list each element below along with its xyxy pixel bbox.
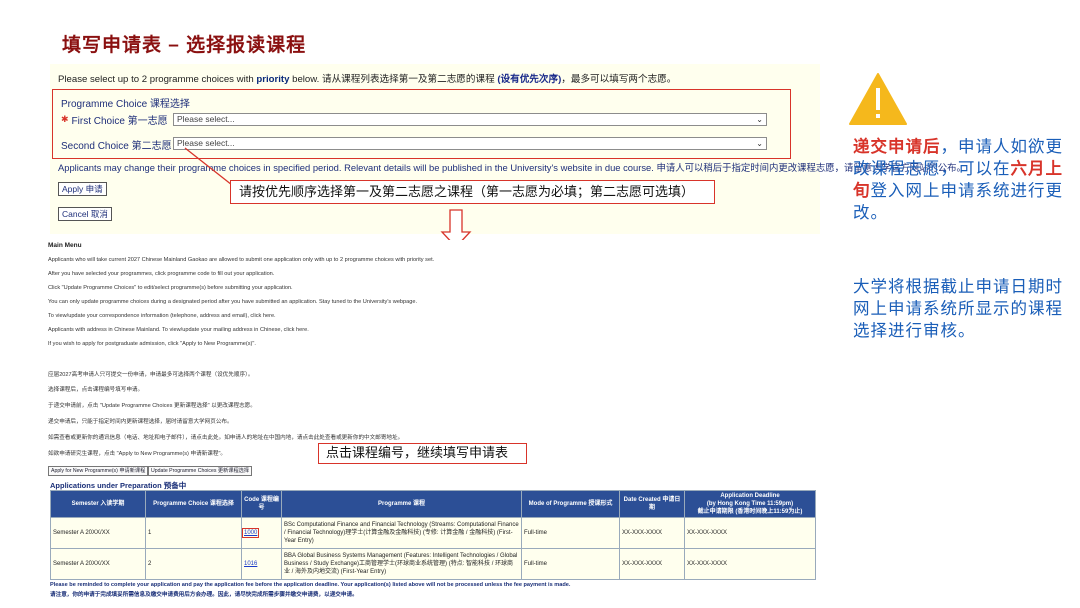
cell-code: 1000: [241, 517, 282, 549]
col-deadline: Application Deadline (by Hong Kong Time …: [684, 490, 816, 518]
apply-new-programme-button[interactable]: Apply for New Programme(s) 申请新课程: [48, 466, 149, 476]
cell-deadline: XX-XXX-XXXX: [684, 517, 816, 549]
table-row: Semester A 20XX/XX 1 1000 BSc Computatio…: [50, 517, 816, 549]
change-choice-note: Applicants may change their programme ch…: [58, 162, 966, 173]
menu-line: If you wish to apply for postgraduate ad…: [48, 341, 256, 347]
cell-choice: 1: [145, 517, 242, 549]
click-code-callout: 点击课程编号，继续填写申请表: [318, 443, 527, 464]
slide-title: 填写申请表 – 选择报读课程: [62, 35, 307, 56]
cell-semester: Semester A 20XX/XX: [50, 517, 146, 549]
review-basis-note: 大学将根据截止申请日期时网上申请系统所显示的课程选择进行审核。: [853, 278, 1063, 340]
choice-header: Programme Choice 课程选择: [61, 99, 190, 110]
menu-line-cn: 选择课程后，点击课程编号填写申请。: [48, 387, 144, 393]
cell-deadline: XX-XXX-XXXX: [684, 548, 816, 580]
col-programme: Programme 课程: [281, 490, 522, 518]
chevron-down-icon: ⌄: [756, 115, 763, 124]
menu-line-cn: 于递交申请前，点击 "Update Programme Choices 更新课程…: [48, 403, 256, 409]
menu-line-link[interactable]: Applicants with address in Chinese Mainl…: [48, 327, 309, 333]
col-created: Date Created 申请日期: [619, 490, 685, 518]
menu-line: Applicants who will take current 2027 Ch…: [48, 257, 435, 263]
menu-line: After you have selected your programmes,…: [48, 271, 275, 277]
priority-callout: 请按优先顺序选择第一及第二志愿之课程（第一志愿为必填；第二志愿可选填）: [230, 180, 715, 204]
col-mode: Mode of Programme 授课形式: [521, 490, 620, 518]
warning-icon: [849, 73, 907, 125]
change-deadline-note: 递交申请后，申请人如欲更改课程志愿，可以在六月上旬登入网上申请系统进行更改。: [853, 138, 1063, 222]
menu-line: Click "Update Programme Choices" to edit…: [48, 285, 293, 291]
menu-line-cn-link[interactable]: 如需查看或更新你的通讯信息（电话、地址和电子邮件），请点击此处。如申请人的地址在…: [48, 433, 403, 441]
first-choice-row: ✱ First Choice 第一志愿: [61, 111, 190, 127]
update-choices-button[interactable]: Update Programme Choices 更新课程选择: [148, 466, 253, 476]
apply-button[interactable]: Apply 申请: [58, 182, 107, 196]
choice-selection-group: Programme Choice 课程选择 ✱ First Choice 第一志…: [52, 89, 791, 159]
cell-semester: Semester A 20XX/XX: [50, 548, 146, 580]
cancel-button[interactable]: Cancel 取消: [58, 207, 112, 221]
main-menu-title: Main Menu: [48, 242, 82, 249]
menu-line-cn: 递交申请后，只能于指定时间内更新课程选择，届时请留意大学网页公布。: [48, 419, 233, 425]
first-choice-select[interactable]: Please select... ⌄: [173, 113, 767, 126]
main-menu-screen: Main Menu Applicants who will take curre…: [48, 240, 818, 600]
first-choice-label: First Choice 第一志愿: [71, 115, 168, 127]
programme-code-link[interactable]: 1000: [241, 528, 260, 538]
cell-mode: Full-time: [521, 517, 620, 549]
col-choice: Programme Choice 课程选择: [145, 490, 242, 518]
fee-reminder-en: Please be reminded to complete your appl…: [50, 582, 571, 588]
second-choice-row: Second Choice 第二志愿: [61, 136, 179, 152]
menu-line: You can only update programme choices du…: [48, 299, 418, 305]
col-code: Code 课程编号: [241, 490, 282, 518]
cell-choice: 2: [145, 548, 242, 580]
menu-line-cn: 应届2027高考申请人只可提交一份申请，申请最多可选择两个课程（设优先顺序）。: [48, 372, 254, 378]
programme-code-link[interactable]: 1016: [244, 561, 257, 567]
col-semester: Semester 入读学期: [50, 490, 146, 518]
cell-programme: BBA Global Business Systems Management (…: [281, 548, 522, 580]
fee-reminder-cn: 请注意，你的申请于完成填妥所需信息及缴交申请费用后方会办理。因此，请尽快完成所需…: [50, 592, 358, 598]
cell-created: XX-XXX-XXXX: [619, 517, 685, 549]
menu-line-link[interactable]: To view/update your correspondence infor…: [48, 313, 276, 319]
required-icon: ✱: [61, 113, 69, 124]
form-intro: Please select up to 2 programme choices …: [58, 74, 677, 85]
programme-choice-form: Please select up to 2 programme choices …: [50, 64, 966, 234]
cell-mode: Full-time: [521, 548, 620, 580]
menu-line-cn: 如欲申请研究生课程，点击 "Apply to New Programme(s) …: [48, 451, 227, 457]
second-choice-label: Second Choice 第二志愿: [61, 140, 172, 152]
table-row: Semester A 20XX/XX 2 1016 BBA Global Bus…: [50, 548, 816, 580]
cell-programme: BSc Computational Finance and Financial …: [281, 517, 522, 549]
applications-table: Semester 入读学期 Programme Choice 课程选择 Code…: [50, 490, 816, 580]
chevron-down-icon: ⌄: [756, 139, 763, 148]
cell-code: 1016: [241, 548, 282, 580]
cell-created: XX-XXX-XXXX: [619, 548, 685, 580]
second-choice-select[interactable]: Please select... ⌄: [173, 137, 767, 150]
